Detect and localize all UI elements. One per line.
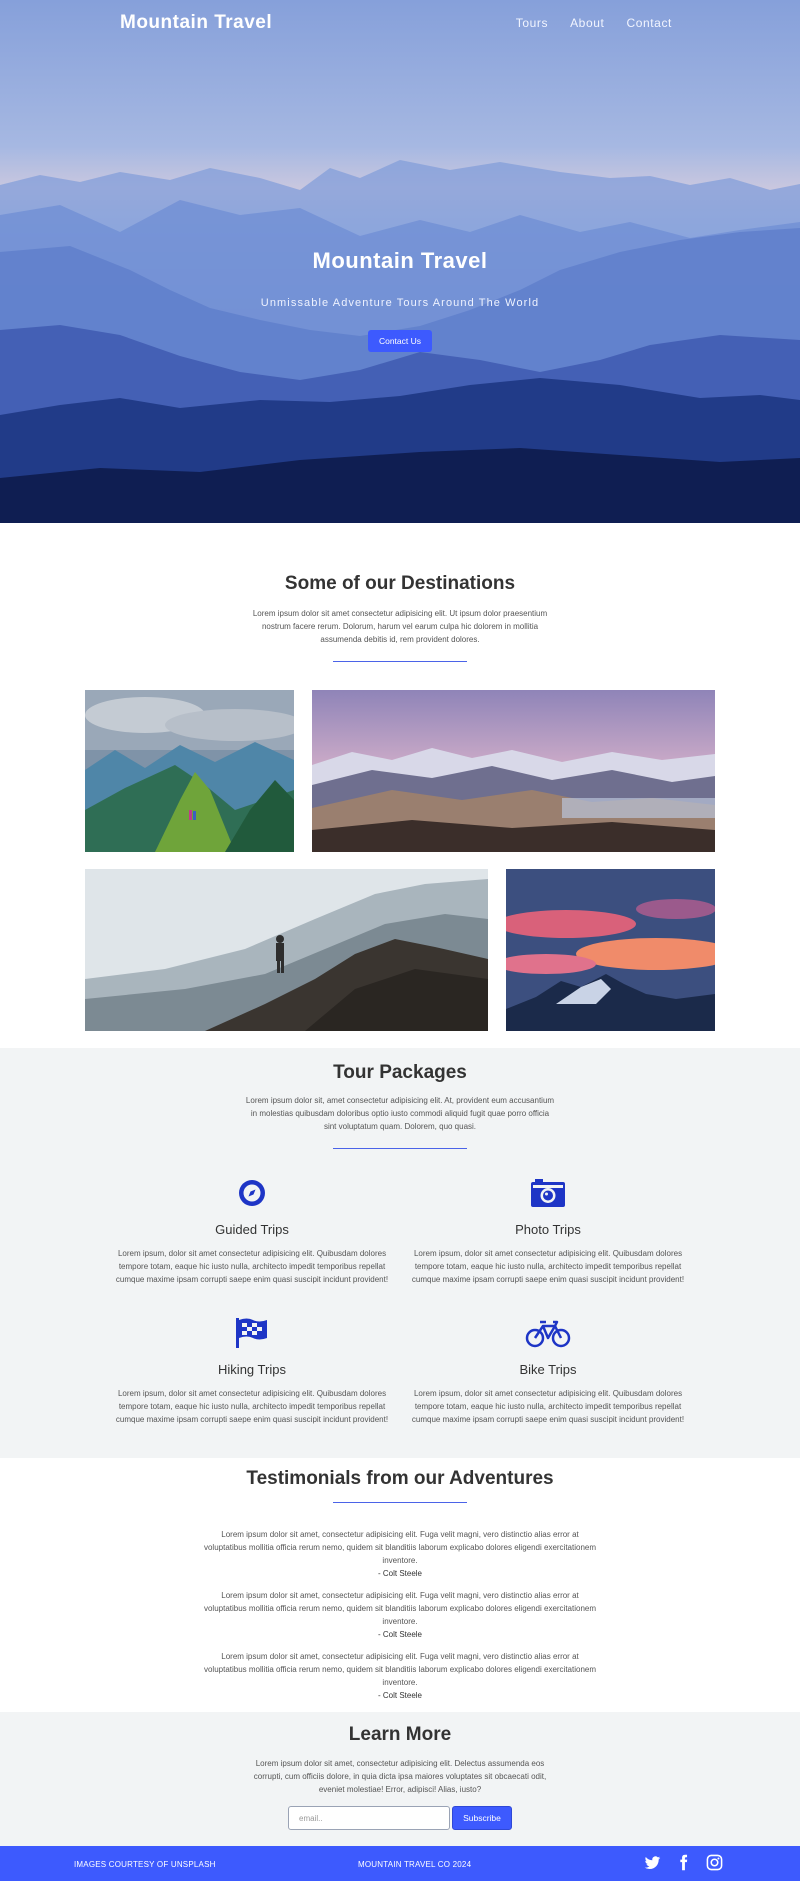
bicycle-icon bbox=[408, 1316, 688, 1350]
nav-link-contact[interactable]: Contact bbox=[626, 16, 672, 30]
testimonial: Lorem ipsum dolor sit amet, consectetur … bbox=[200, 1650, 600, 1702]
package-title: Hiking Trips bbox=[218, 1362, 286, 1377]
package-description: Lorem ipsum, dolor sit amet consectetur … bbox=[411, 1249, 685, 1284]
destination-photo-hiker bbox=[85, 869, 488, 1031]
footer-credit: IMAGES COURTESY OF UNSPLASH bbox=[74, 1860, 216, 1869]
hero: Mountain Travel Tours About Contact Moun… bbox=[0, 0, 800, 523]
nav-link-about[interactable]: About bbox=[570, 16, 604, 30]
section-description: Lorem ipsum dolor sit, amet consectetur … bbox=[245, 1096, 555, 1131]
testimonial-author: - Colt Steele bbox=[377, 1691, 423, 1700]
subscribe-button[interactable]: Subscribe bbox=[452, 1806, 512, 1830]
divider bbox=[333, 1148, 467, 1149]
testimonial: Lorem ipsum dolor sit amet, consectetur … bbox=[200, 1589, 600, 1641]
package-title: Photo Trips bbox=[515, 1222, 581, 1237]
section-description: Lorem ipsum dolor sit amet, consectetur … bbox=[253, 1759, 547, 1794]
package-hiking-trips: Hiking Trips Lorem ipsum, dolor sit amet… bbox=[112, 1316, 392, 1426]
package-title: Guided Trips bbox=[215, 1222, 289, 1237]
testimonial-author: - Colt Steele bbox=[377, 1630, 423, 1639]
package-title: Bike Trips bbox=[519, 1362, 577, 1377]
package-bike-trips: Bike Trips Lorem ipsum, dolor sit amet c… bbox=[408, 1316, 688, 1426]
social-links bbox=[644, 1854, 723, 1871]
compass-icon bbox=[112, 1176, 392, 1210]
package-description: Lorem ipsum, dolor sit amet consectetur … bbox=[115, 1249, 389, 1284]
camera-icon bbox=[408, 1176, 688, 1210]
divider bbox=[333, 1502, 467, 1503]
destinations-section: Some of our Destinations Lorem ipsum dol… bbox=[0, 523, 800, 1048]
brand-logo[interactable]: Mountain Travel bbox=[120, 12, 272, 34]
section-description: Lorem ipsum dolor sit amet consectetur a… bbox=[252, 609, 548, 644]
hero-subtitle: Unmissable Adventure Tours Around The Wo… bbox=[260, 297, 540, 309]
facebook-icon[interactable] bbox=[675, 1854, 692, 1871]
package-description: Lorem ipsum, dolor sit amet consectetur … bbox=[411, 1389, 685, 1424]
testimonials-section: Testimonials from our Adventures Lorem i… bbox=[0, 1458, 800, 1712]
package-photo-trips: Photo Trips Lorem ipsum, dolor sit amet … bbox=[408, 1176, 688, 1286]
hero-title: Mountain Travel bbox=[312, 248, 488, 273]
testimonial: Lorem ipsum dolor sit amet, consectetur … bbox=[200, 1528, 600, 1580]
tour-packages-section: Tour Packages Lorem ipsum dolor sit, ame… bbox=[0, 1048, 800, 1458]
section-title: Some of our Destinations bbox=[284, 573, 516, 594]
destination-photo-valley bbox=[312, 690, 715, 852]
nav-links: Tours About Contact bbox=[516, 16, 672, 30]
instagram-icon[interactable] bbox=[706, 1854, 723, 1871]
learn-more-section: Learn More Lorem ipsum dolor sit amet, c… bbox=[0, 1712, 800, 1846]
section-title: Learn More bbox=[348, 1724, 452, 1745]
package-description: Lorem ipsum, dolor sit amet consectetur … bbox=[115, 1389, 389, 1424]
divider bbox=[333, 661, 467, 662]
destination-photo-green-ridge bbox=[85, 690, 294, 852]
nav-link-tours[interactable]: Tours bbox=[516, 16, 548, 30]
section-title: Testimonials from our Adventures bbox=[246, 1468, 554, 1489]
testimonial-text: Lorem ipsum dolor sit amet, consectetur … bbox=[203, 1591, 597, 1626]
email-input[interactable] bbox=[288, 1806, 450, 1830]
footer-copyright: MOUNTAIN TRAVEL CO 2024 bbox=[358, 1860, 472, 1869]
top-navbar: Mountain Travel Tours About Contact bbox=[0, 0, 800, 46]
contact-us-button[interactable]: Contact Us bbox=[368, 330, 432, 352]
destination-photo-sunset-peak bbox=[506, 869, 715, 1031]
flag-icon bbox=[112, 1316, 392, 1350]
footer: IMAGES COURTESY OF UNSPLASH MOUNTAIN TRA… bbox=[0, 1846, 800, 1881]
testimonial-author: - Colt Steele bbox=[377, 1569, 423, 1578]
twitter-icon[interactable] bbox=[644, 1854, 661, 1871]
package-guided-trips: Guided Trips Lorem ipsum, dolor sit amet… bbox=[112, 1176, 392, 1286]
testimonial-text: Lorem ipsum dolor sit amet, consectetur … bbox=[203, 1652, 597, 1687]
testimonial-text: Lorem ipsum dolor sit amet, consectetur … bbox=[203, 1530, 597, 1565]
section-title: Tour Packages bbox=[333, 1062, 467, 1083]
